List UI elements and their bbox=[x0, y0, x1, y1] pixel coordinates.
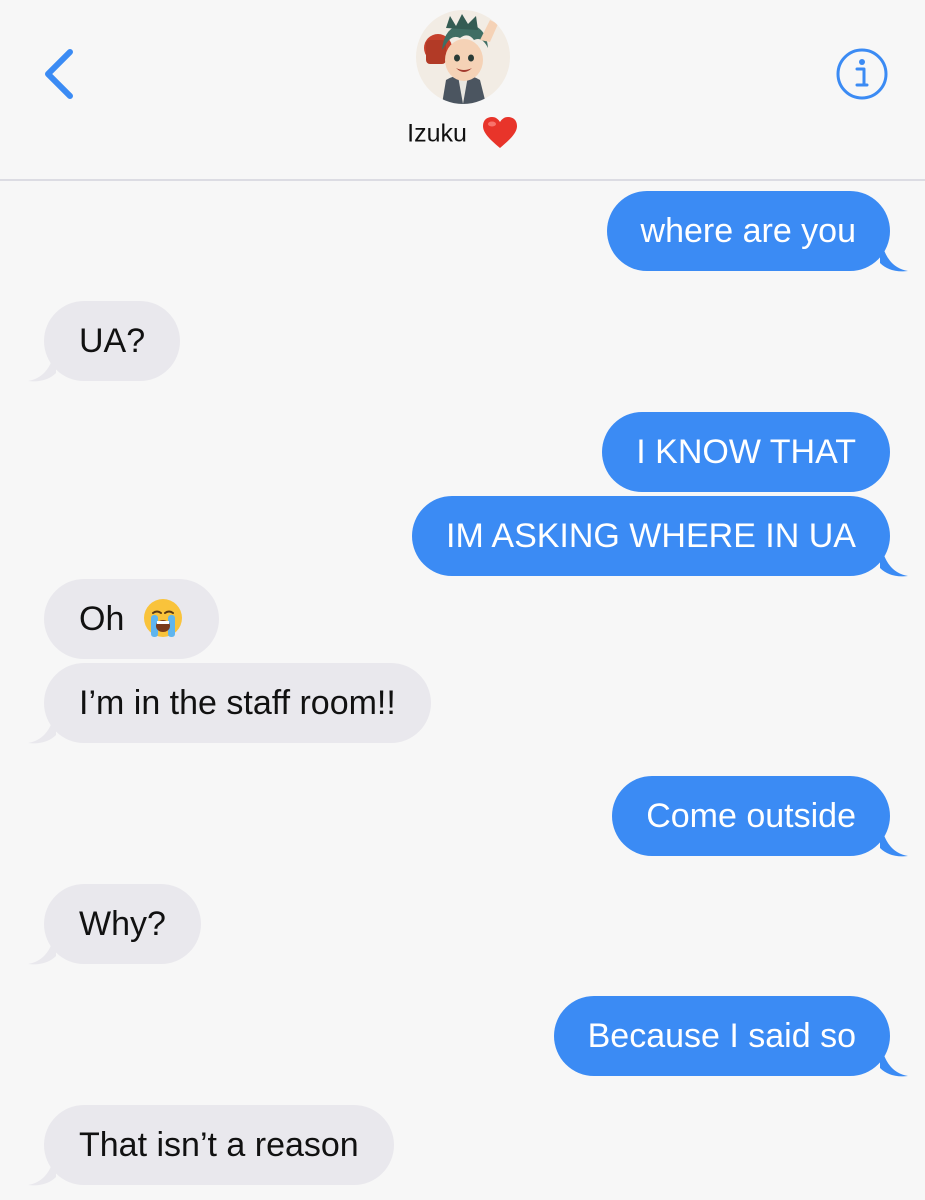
received-message-bubble[interactable]: That isn’t a reason bbox=[44, 1105, 394, 1185]
received-message-bubble[interactable]: Oh bbox=[44, 579, 219, 659]
sent-message-bubble[interactable]: IM ASKING WHERE IN UA bbox=[412, 496, 890, 576]
sent-bubble-tail bbox=[880, 233, 908, 272]
sent-bubble-tail bbox=[880, 818, 908, 857]
sent-message-bubble[interactable]: where are you bbox=[606, 191, 890, 271]
message-text: UA? bbox=[79, 322, 146, 360]
received-message-bubble[interactable]: I’m in the staff room!! bbox=[44, 663, 431, 743]
red-heart-icon bbox=[482, 117, 517, 149]
received-message-bubble[interactable]: Why? bbox=[44, 884, 201, 964]
loudly-crying-face-icon bbox=[143, 599, 182, 638]
chevron-left-icon bbox=[45, 49, 73, 99]
received-bubble-tail bbox=[28, 926, 56, 965]
sent-bubble-tail bbox=[880, 1038, 908, 1077]
message-text: Why? bbox=[79, 905, 166, 943]
conversation-header: Izuku bbox=[0, 0, 925, 181]
received-bubble-tail bbox=[28, 343, 56, 382]
contact-name: Izuku bbox=[407, 119, 467, 148]
message-text: IM ASKING WHERE IN UA bbox=[446, 517, 856, 555]
sent-bubble-tail bbox=[880, 538, 908, 577]
contact-name-row[interactable]: Izuku bbox=[0, 112, 925, 153]
sent-message-bubble[interactable]: Because I said so bbox=[553, 996, 890, 1076]
message-text: Because I said so bbox=[587, 1017, 856, 1055]
sent-message-bubble[interactable]: I KNOW THAT bbox=[602, 412, 890, 492]
sent-message-bubble[interactable]: Come outside bbox=[612, 776, 890, 856]
contact-avatar[interactable] bbox=[416, 10, 510, 104]
message-text: Come outside bbox=[646, 797, 856, 835]
avatar-image bbox=[416, 10, 510, 104]
message-text: Oh bbox=[79, 600, 125, 638]
message-text: I KNOW THAT bbox=[636, 433, 856, 471]
message-text: I’m in the staff room!! bbox=[79, 684, 396, 722]
message-list[interactable]: where are you UA? I KNOW THAT IM ASKING … bbox=[0, 181, 925, 1200]
info-circle-icon bbox=[836, 48, 888, 100]
message-text: That isn’t a reason bbox=[79, 1126, 359, 1164]
received-message-bubble[interactable]: UA? bbox=[44, 301, 181, 381]
info-button[interactable] bbox=[835, 47, 889, 101]
back-button[interactable] bbox=[38, 46, 82, 102]
received-bubble-tail bbox=[28, 705, 56, 744]
message-text: where are you bbox=[640, 212, 856, 250]
received-bubble-tail bbox=[28, 1147, 56, 1186]
